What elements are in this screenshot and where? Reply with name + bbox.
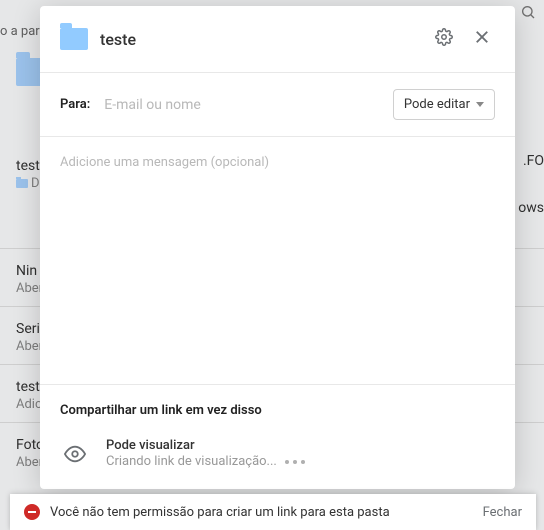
message-textarea[interactable]: Adicione uma mensagem (opcional) — [40, 137, 515, 384]
share-modal: teste Para: Pode editar Adicione uma men… — [40, 6, 515, 489]
modal-header: teste — [40, 6, 515, 72]
view-status: Criando link de visualização... — [106, 454, 305, 469]
link-section: Compartilhar um link em vez disso Pode v… — [40, 385, 515, 489]
loading-dots-icon — [285, 460, 305, 464]
toast-message: Você não tem permissão para criar um lin… — [50, 505, 473, 520]
eye-icon — [60, 443, 90, 465]
error-icon — [24, 504, 40, 520]
modal-title: teste — [100, 30, 419, 49]
toast-close-button[interactable]: Fechar — [483, 505, 522, 520]
message-placeholder: Adicione uma mensagem (opcional) — [60, 155, 495, 170]
recipient-input[interactable] — [104, 97, 379, 113]
link-section-title: Compartilhar um link em vez disso — [60, 403, 495, 418]
folder-icon — [60, 28, 88, 50]
gear-icon[interactable] — [431, 24, 457, 54]
permission-dropdown[interactable]: Pode editar — [393, 89, 495, 120]
view-permission-title: Pode visualizar — [106, 438, 305, 453]
permission-label: Pode editar — [404, 97, 470, 112]
recipient-row: Para: Pode editar — [40, 73, 515, 136]
close-icon[interactable] — [469, 24, 495, 54]
link-row: Pode visualizar Criando link de visualiz… — [60, 438, 495, 469]
link-info: Pode visualizar Criando link de visualiz… — [106, 438, 305, 469]
to-label: Para: — [60, 97, 90, 112]
error-toast: Você não tem permissão para criar um lin… — [10, 494, 536, 530]
chevron-down-icon — [476, 102, 484, 107]
